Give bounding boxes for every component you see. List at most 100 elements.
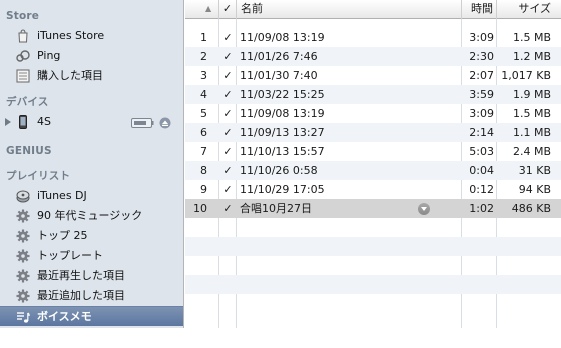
itunes-dj-icon	[16, 189, 30, 203]
track-size: 1.1 MB	[512, 126, 551, 139]
sort-ascending-icon: ▲	[205, 4, 212, 13]
track-name: 合唱10月27日	[240, 202, 312, 215]
track-size: 1.5 MB	[512, 107, 551, 120]
table-row[interactable]: 6 ✓ 11/09/13 13:27 2:14 1.1 MB	[185, 123, 561, 142]
table-row[interactable]: 5 ✓ 11/09/08 13:19 3:09 1.5 MB	[185, 104, 561, 123]
track-number: 10	[193, 202, 207, 215]
track-time: 2:07	[469, 69, 494, 82]
section-header-devices: デバイス	[6, 96, 49, 108]
track-number: 7	[200, 145, 207, 158]
sidebar-item-ping[interactable]: Ping	[0, 46, 183, 66]
sidebar-item-label: 最近再生した項目	[37, 269, 125, 282]
track-time: 2:30	[469, 50, 494, 63]
track-number: 4	[200, 88, 207, 101]
row-menu-arrow-icon[interactable]	[418, 203, 430, 215]
track-time: 5:03	[469, 145, 494, 158]
battery-icon	[131, 118, 154, 128]
table-row[interactable]: 10 ✓ 合唱10月27日 1:02 486 KB	[185, 199, 561, 218]
track-size: 486 KB	[511, 202, 551, 215]
disclosure-triangle-icon[interactable]	[5, 118, 11, 126]
sidebar-item-purchased[interactable]: 購入した項目	[0, 66, 183, 86]
track-checkbox[interactable]: ✓	[220, 85, 236, 104]
empty-row	[185, 256, 561, 275]
track-name: 11/09/08 13:19	[240, 107, 325, 120]
smart-playlist-gear-icon	[16, 209, 30, 223]
table-row[interactable]: 1 ✓ 11/09/08 13:19 3:09 1.5 MB	[185, 28, 561, 47]
track-size: 1.2 MB	[512, 50, 551, 63]
sidebar-item-device-4s[interactable]: 4S	[0, 112, 183, 132]
track-number: 9	[200, 183, 207, 196]
sidebar-item-90s-music[interactable]: 90 年代ミュージック	[0, 206, 183, 226]
itunes-store-icon	[16, 29, 30, 43]
empty-row	[185, 218, 561, 237]
track-checkbox[interactable]: ✓	[220, 199, 236, 218]
track-time: 3:59	[469, 88, 494, 101]
sidebar-item-label: 購入した項目	[37, 69, 103, 82]
track-checkbox[interactable]: ✓	[220, 161, 236, 180]
track-name: 11/01/30 7:40	[240, 69, 318, 82]
empty-row	[185, 275, 561, 294]
table-row[interactable]: 4 ✓ 11/03/22 15:25 3:59 1.9 MB	[185, 85, 561, 104]
empty-row	[185, 237, 561, 256]
column-header-name[interactable]: 名前	[237, 0, 462, 19]
table-row[interactable]: 7 ✓ 11/10/13 15:57 5:03 2.4 MB	[185, 142, 561, 161]
track-name: 11/10/26 0:58	[240, 164, 318, 177]
track-name: 11/03/22 15:25	[240, 88, 325, 101]
ping-icon	[16, 49, 30, 63]
track-time: 3:09	[469, 31, 494, 44]
table-row[interactable]: 9 ✓ 11/10/29 17:05 0:12 94 KB	[185, 180, 561, 199]
sidebar-item-recently-played[interactable]: 最近再生した項目	[0, 266, 183, 286]
track-number: 8	[200, 164, 207, 177]
track-size: 1.5 MB	[512, 31, 551, 44]
sidebar-item-top-25[interactable]: トップ 25	[0, 226, 183, 246]
track-size: 31 KB	[518, 164, 551, 177]
sidebar-item-label: Ping	[37, 49, 61, 62]
column-header-time[interactable]: 時間	[462, 0, 497, 19]
track-checkbox[interactable]: ✓	[220, 47, 236, 66]
table-row[interactable]: 8 ✓ 11/10/26 0:58 0:04 31 KB	[185, 161, 561, 180]
track-checkbox[interactable]: ✓	[220, 66, 236, 85]
track-time: 3:09	[469, 107, 494, 120]
sidebar-item-label: トップ 25	[37, 229, 88, 242]
track-name: 11/09/13 13:27	[240, 126, 325, 139]
track-number: 6	[200, 126, 207, 139]
section-header-playlists: プレイリスト	[6, 170, 71, 182]
track-checkbox[interactable]: ✓	[220, 28, 236, 47]
track-time: 1:02	[469, 202, 494, 215]
track-number: 3	[200, 69, 207, 82]
track-name: 11/01/26 7:46	[240, 50, 318, 63]
purchased-icon	[16, 69, 30, 83]
smart-playlist-gear-icon	[16, 269, 30, 283]
sidebar-item-voice-memos[interactable]: ボイスメモ	[0, 306, 183, 326]
track-name: 11/09/08 13:19	[240, 31, 325, 44]
sidebar-item-itunes-store[interactable]: iTunes Store	[0, 26, 183, 46]
track-size: 94 KB	[518, 183, 551, 196]
eject-icon[interactable]	[159, 117, 171, 129]
smart-playlist-gear-icon	[16, 249, 30, 263]
sidebar-item-itunes-dj[interactable]: iTunes DJ	[0, 186, 183, 206]
table-row[interactable]: 3 ✓ 11/01/30 7:40 2:07 1,017 KB	[185, 66, 561, 85]
sidebar-item-top-rated[interactable]: トップレート	[0, 246, 183, 266]
track-number: 2	[200, 50, 207, 63]
track-time: 0:04	[469, 164, 494, 177]
track-checkbox[interactable]: ✓	[220, 123, 236, 142]
sidebar-item-recently-added[interactable]: 最近追加した項目	[0, 286, 183, 306]
track-time: 2:14	[469, 126, 494, 139]
table-row[interactable]: 2 ✓ 11/01/26 7:46 2:30 1.2 MB	[185, 47, 561, 66]
track-size: 1.9 MB	[512, 88, 551, 101]
section-header-store: Store	[6, 10, 40, 22]
sidebar-item-label: トップレート	[37, 249, 103, 262]
column-header-check[interactable]: ✓	[219, 0, 237, 19]
track-checkbox[interactable]: ✓	[220, 142, 236, 161]
voice-memo-playlist-icon	[16, 310, 30, 324]
smart-playlist-gear-icon	[16, 229, 30, 243]
column-header-size[interactable]: サイズ	[497, 0, 561, 19]
column-header-number[interactable]: ▲	[185, 0, 219, 19]
track-name: 11/10/13 15:57	[240, 145, 325, 158]
empty-row	[185, 294, 561, 313]
device-status	[131, 116, 175, 136]
track-checkbox[interactable]: ✓	[220, 104, 236, 123]
sidebar-item-label: 4S	[37, 115, 51, 128]
track-name: 11/10/29 17:05	[240, 183, 325, 196]
track-checkbox[interactable]: ✓	[220, 180, 236, 199]
